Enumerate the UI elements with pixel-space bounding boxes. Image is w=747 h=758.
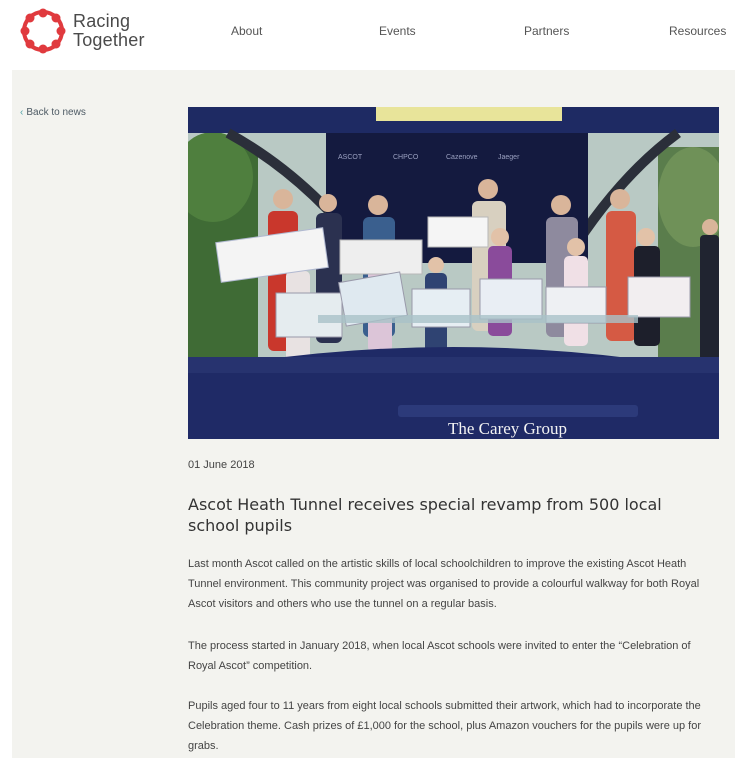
chevron-left-icon: ‹	[20, 107, 24, 118]
nav-events[interactable]: Events	[379, 24, 416, 38]
article-paragraph-2: The process started in January 2018, whe…	[188, 640, 691, 672]
back-to-news-label: Back to news	[26, 107, 86, 118]
backdrop-logo-3: Cazenove	[446, 154, 478, 161]
backdrop-logo-1: ASCOT	[338, 154, 363, 161]
logo-wordmark: Racing Together	[73, 12, 145, 50]
site-header: Racing Together About Events Partners Re…	[0, 0, 747, 68]
backdrop-logo-2: CHPCO	[393, 154, 419, 161]
logo-line-2: Together	[73, 30, 145, 50]
back-to-news-link[interactable]: ‹ Back to news	[20, 107, 86, 118]
article-paragraph-1: Last month Ascot called on the artistic …	[188, 558, 700, 610]
article-content-area: ‹ Back to news ASCOT CHPCO Cazenove Jaege…	[12, 70, 735, 758]
nav-partners[interactable]: Partners	[524, 24, 569, 38]
nav-resources[interactable]: Resources	[669, 24, 726, 38]
logo-ring-icon	[20, 8, 66, 54]
article-paragraph-3: Pupils aged four to 11 years from eight …	[188, 700, 702, 752]
article-date: 01 June 2018	[188, 459, 255, 471]
hero-photo-illustration: ASCOT CHPCO Cazenove Jaeger The Carey Gr…	[188, 107, 719, 439]
podium-banner-text: The Carey Group	[448, 419, 567, 438]
hero-photo: ASCOT CHPCO Cazenove Jaeger The Carey Gr…	[188, 107, 719, 439]
logo-line-1: Racing	[73, 11, 131, 31]
backdrop-logo-4: Jaeger	[498, 154, 520, 161]
nav-about[interactable]: About	[231, 24, 262, 38]
racing-together-logo[interactable]: Racing Together	[20, 8, 145, 54]
article-title: Ascot Heath Tunnel receives special reva…	[188, 495, 662, 535]
